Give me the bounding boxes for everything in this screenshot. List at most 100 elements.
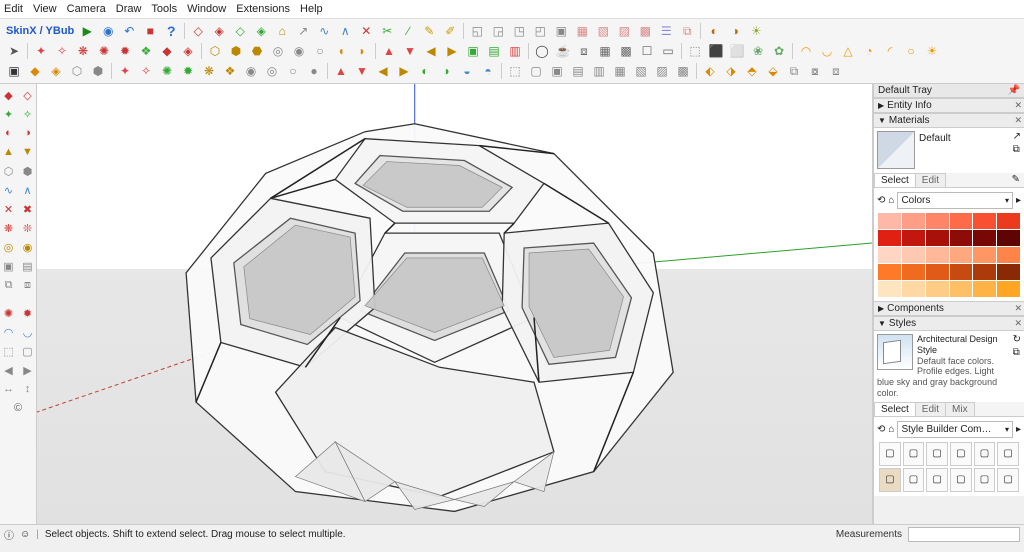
lt-i2[interactable]: ◉ xyxy=(19,238,37,256)
tb-r2b[interactable]: ✧ xyxy=(52,41,72,61)
color-swatch[interactable] xyxy=(973,281,996,297)
styles-tab-select[interactable]: Select xyxy=(874,402,916,416)
tb-r3ac[interactable]: ▧ xyxy=(631,61,651,81)
tb-r2u[interactable]: ▣ xyxy=(463,41,483,61)
color-swatch[interactable] xyxy=(997,264,1020,280)
tb-r2y[interactable]: ⧈ xyxy=(574,41,594,61)
tb-angle-icon[interactable]: △ xyxy=(838,41,858,61)
color-swatch[interactable] xyxy=(973,264,996,280)
eyedropper-icon[interactable]: ✎ xyxy=(1012,174,1020,185)
tb-r3a[interactable]: ◆ xyxy=(25,61,45,81)
tb-r3ad[interactable]: ▨ xyxy=(652,61,672,81)
tb-arc-icon[interactable]: ◜ xyxy=(880,41,900,61)
color-swatch[interactable] xyxy=(902,281,925,297)
lt-e2[interactable]: ⬢ xyxy=(19,162,37,180)
tb-arrow-icon[interactable]: ↗ xyxy=(293,21,313,41)
tb-r3h[interactable]: ✹ xyxy=(178,61,198,81)
tb-r3k[interactable]: ◉ xyxy=(241,61,261,81)
tb-zigzag-icon[interactable]: ∧ xyxy=(335,21,355,41)
styles-back-icon[interactable]: ⟲ xyxy=(877,424,885,435)
color-swatch[interactable] xyxy=(878,264,901,280)
style-thumb-5[interactable]: ▢ xyxy=(974,442,996,466)
lt-m1[interactable]: ◠ xyxy=(0,323,18,341)
tb-pencil-icon[interactable]: ✎ xyxy=(419,21,439,41)
tb-r3w[interactable]: ⬚ xyxy=(505,61,525,81)
color-swatch[interactable] xyxy=(902,264,925,280)
tb-diamond4-icon[interactable]: ◈ xyxy=(251,21,271,41)
tb-r2ah[interactable]: ✿ xyxy=(769,41,789,61)
color-swatch[interactable] xyxy=(926,264,949,280)
tb-r3v[interactable]: ◓ xyxy=(478,61,498,81)
style-thumb-12[interactable]: ▢ xyxy=(997,468,1019,492)
tb-wave-icon[interactable]: ∿ xyxy=(314,21,334,41)
tray-pin-icon[interactable]: 📌 xyxy=(1008,85,1020,96)
lt-h2[interactable]: ❊ xyxy=(19,219,37,237)
lt-i1[interactable]: ◎ xyxy=(0,238,18,256)
menu-edit[interactable]: Edit xyxy=(4,3,23,15)
current-material-swatch[interactable] xyxy=(877,131,915,169)
styles-tab-mix[interactable]: Mix xyxy=(945,402,975,416)
panel-styles[interactable]: ▼ Styles ✕ xyxy=(874,316,1024,331)
tb-r3-sel[interactable]: ▣ xyxy=(4,61,24,81)
style-thumb-4[interactable]: ▢ xyxy=(950,442,972,466)
tb-r3y[interactable]: ▣ xyxy=(547,61,567,81)
style-thumb-3[interactable]: ▢ xyxy=(926,442,948,466)
tb-r3i[interactable]: ❋ xyxy=(199,61,219,81)
tb-r2x[interactable]: ◯ xyxy=(532,41,552,61)
lt-k2[interactable]: ⧈ xyxy=(19,276,37,294)
tb-r2s[interactable]: ◀ xyxy=(421,41,441,61)
tb-r2p[interactable]: ◗ xyxy=(352,41,372,61)
lt-o1[interactable]: ◀ xyxy=(0,361,18,379)
color-swatch[interactable] xyxy=(926,247,949,263)
menu-help[interactable]: Help xyxy=(300,3,323,15)
tb-diamond-icon[interactable]: ◇ xyxy=(188,21,208,41)
tb-box2-icon[interactable]: ▧ xyxy=(593,21,613,41)
tb-r3ai[interactable]: ⬙ xyxy=(763,61,783,81)
material-send-icon[interactable]: ↗ xyxy=(1013,131,1021,142)
style-thumb-1[interactable]: ▢ xyxy=(879,442,901,466)
tb-scissors-icon[interactable]: ✂ xyxy=(377,21,397,41)
tb-r2m[interactable]: ◉ xyxy=(289,41,309,61)
color-swatch[interactable] xyxy=(950,281,973,297)
lt-j2[interactable]: ▤ xyxy=(19,257,37,275)
tb-cube5-icon[interactable]: ▣ xyxy=(551,21,571,41)
tb-extra2-icon[interactable]: ◑ xyxy=(725,21,745,41)
tb-r3o[interactable]: ▲ xyxy=(331,61,351,81)
styles-home-icon[interactable]: ⌂ xyxy=(888,424,894,435)
menu-camera[interactable]: Camera xyxy=(67,3,106,15)
viewport-3d[interactable] xyxy=(37,84,873,524)
tb-r2v[interactable]: ▤ xyxy=(484,41,504,61)
materials-tab-edit[interactable]: Edit xyxy=(915,173,946,187)
tb-r3aj[interactable]: ⧉ xyxy=(784,61,804,81)
lt-h1[interactable]: ❋ xyxy=(0,219,18,237)
color-swatch[interactable] xyxy=(950,264,973,280)
tb-brush-icon[interactable]: ✐ xyxy=(440,21,460,41)
tb-stop-icon[interactable]: ■ xyxy=(140,21,160,41)
tb-r2n[interactable]: ○ xyxy=(310,41,330,61)
tb-r3j[interactable]: ❖ xyxy=(220,61,240,81)
color-swatch[interactable] xyxy=(902,213,925,229)
tb-r2ag[interactable]: ❀ xyxy=(748,41,768,61)
lt-k1[interactable]: ⧉ xyxy=(0,276,18,294)
lt-o2[interactable]: ▶ xyxy=(19,361,37,379)
menu-window[interactable]: Window xyxy=(187,3,226,15)
color-swatch[interactable] xyxy=(878,247,901,263)
tb-globe-icon[interactable]: ◉ xyxy=(98,21,118,41)
tb-r2af[interactable]: ⬜ xyxy=(727,41,747,61)
tb-r3g[interactable]: ✺ xyxy=(157,61,177,81)
lt-g2[interactable]: ✖ xyxy=(19,200,37,218)
color-swatch[interactable] xyxy=(997,281,1020,297)
tb-r2q[interactable]: ▲ xyxy=(379,41,399,61)
tb-r2f[interactable]: ❖ xyxy=(136,41,156,61)
lt-p1[interactable]: ↔ xyxy=(0,380,18,398)
color-swatch[interactable] xyxy=(973,247,996,263)
tb-r2i[interactable]: ⬡ xyxy=(205,41,225,61)
tb-help-icon[interactable]: ? xyxy=(161,21,181,41)
panel-close-icon[interactable]: ✕ xyxy=(1014,318,1022,329)
lt-j1[interactable]: ▣ xyxy=(0,257,18,275)
tb-r3p[interactable]: ▼ xyxy=(352,61,372,81)
color-swatch[interactable] xyxy=(902,230,925,246)
tb-r2d[interactable]: ✺ xyxy=(94,41,114,61)
color-swatch[interactable] xyxy=(878,230,901,246)
lt-a2[interactable]: ◇ xyxy=(19,86,37,104)
